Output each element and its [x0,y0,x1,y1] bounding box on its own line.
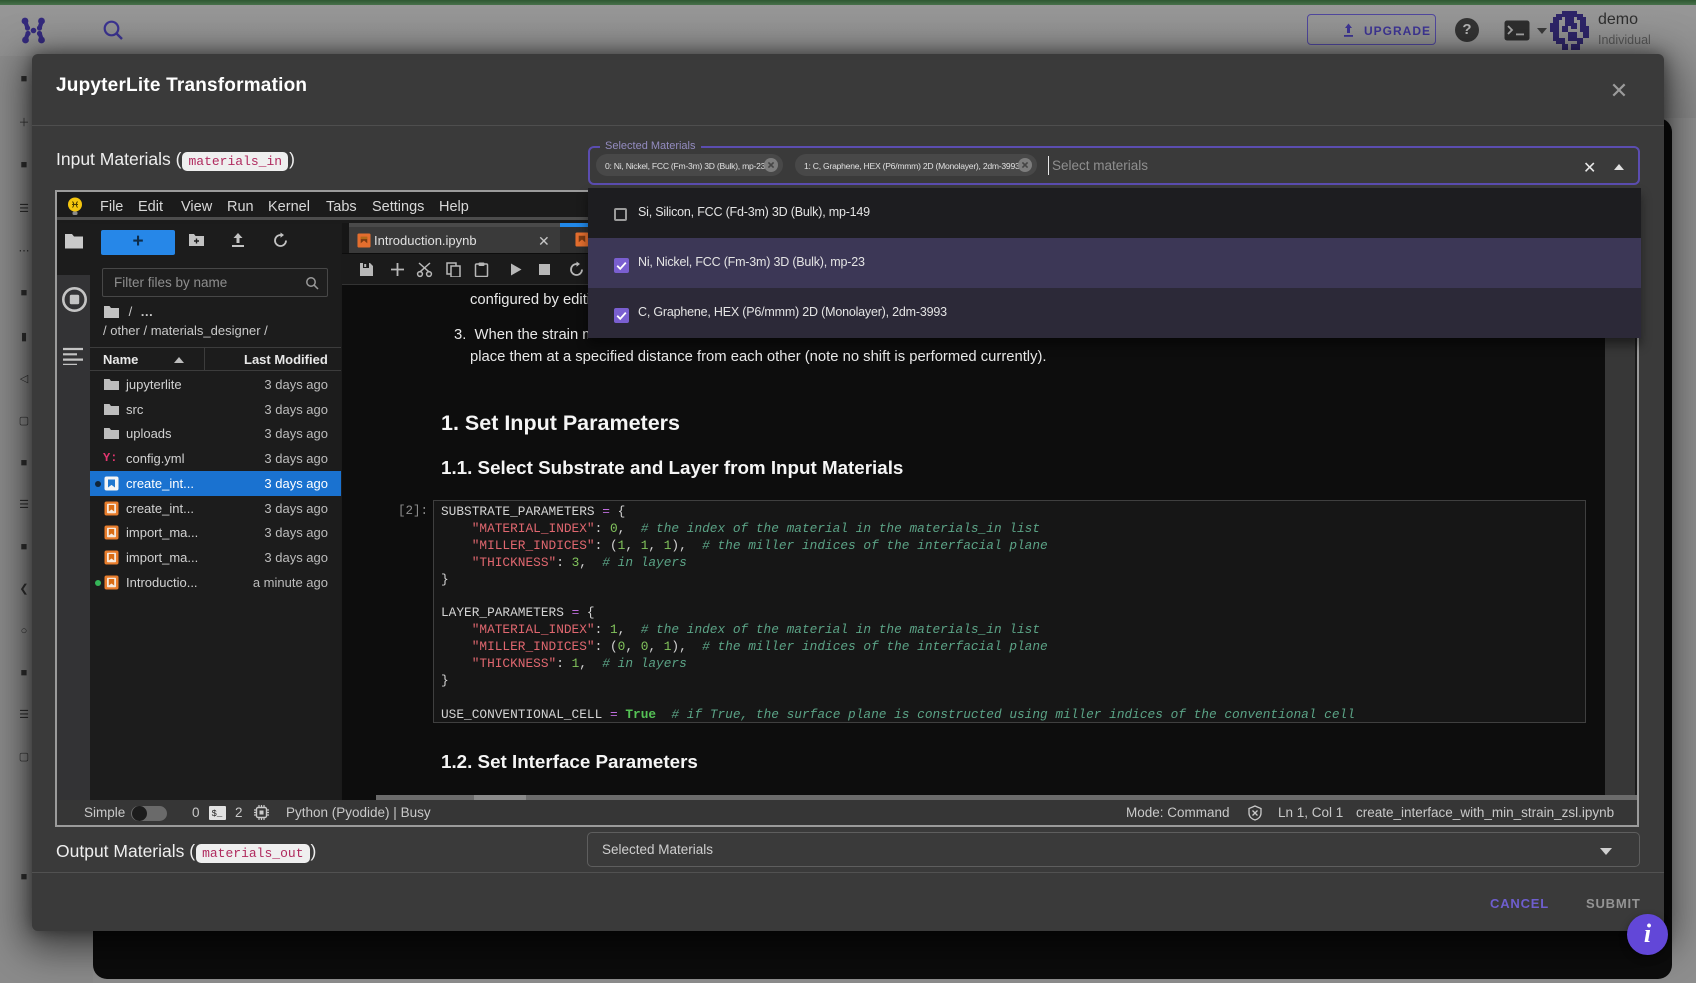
svg-text:$_: $_ [212,809,223,819]
